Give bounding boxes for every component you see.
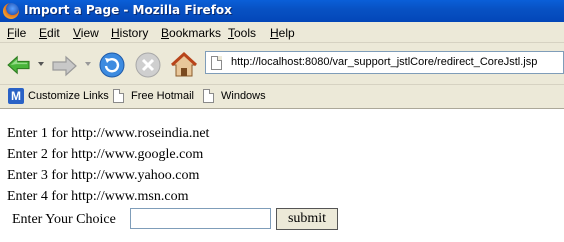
menu-bar: File Edit View History Bookmarks Tools H… bbox=[0, 22, 564, 43]
stop-button[interactable] bbox=[134, 51, 162, 79]
option-line-2: Enter 2 for http://www.google.com bbox=[7, 147, 204, 162]
stop-icon bbox=[135, 52, 161, 78]
bookmarks-toolbar: M Customize Links Free Hotmail Windows bbox=[0, 85, 564, 109]
choice-input[interactable] bbox=[130, 208, 271, 229]
title-bar: Import a Page - Mozilla Firefox bbox=[0, 0, 564, 22]
option-line-3: Enter 3 for http://www.yahoo.com bbox=[7, 168, 200, 183]
menu-view[interactable]: View bbox=[73, 26, 99, 40]
bookmark-label: Windows bbox=[221, 90, 266, 102]
url-text[interactable]: http://localhost:8080/var_support_jstlCo… bbox=[231, 56, 537, 68]
reload-button[interactable] bbox=[98, 51, 126, 79]
forward-button[interactable] bbox=[50, 51, 78, 79]
option-line-1: Enter 1 for http://www.roseindia.net bbox=[7, 126, 210, 141]
forward-icon bbox=[52, 55, 77, 77]
menu-bookmarks[interactable]: Bookmarks bbox=[161, 26, 221, 40]
firefox-icon bbox=[3, 3, 19, 19]
back-history-dropdown[interactable] bbox=[38, 62, 44, 66]
choice-label: Enter Your Choice bbox=[12, 212, 116, 227]
menu-history[interactable]: History bbox=[111, 26, 148, 40]
bookmark-free-hotmail[interactable]: Free Hotmail bbox=[113, 88, 194, 104]
home-icon bbox=[170, 51, 198, 77]
address-bar[interactable]: http://localhost:8080/var_support_jstlCo… bbox=[205, 51, 564, 74]
page-icon bbox=[203, 89, 214, 103]
bookmark-label: Free Hotmail bbox=[131, 90, 194, 102]
option-line-4: Enter 4 for http://www.msn.com bbox=[7, 189, 189, 204]
menu-tools[interactable]: Tools bbox=[228, 26, 256, 40]
back-button[interactable] bbox=[5, 51, 33, 79]
bookmark-label: Customize Links bbox=[28, 90, 109, 102]
menu-help[interactable]: Help bbox=[270, 26, 295, 40]
bookmark-windows[interactable]: Windows bbox=[203, 88, 266, 104]
back-icon bbox=[7, 55, 30, 75]
page-icon bbox=[211, 56, 222, 70]
submit-button[interactable]: submit bbox=[276, 208, 338, 230]
page-icon bbox=[113, 89, 124, 103]
page-content: Enter 1 for http://www.roseindia.net Ent… bbox=[0, 110, 564, 242]
menu-edit[interactable]: Edit bbox=[39, 26, 60, 40]
forward-history-dropdown[interactable] bbox=[85, 62, 91, 66]
window-title: Import a Page - Mozilla Firefox bbox=[24, 3, 232, 17]
menu-file[interactable]: File bbox=[7, 26, 26, 40]
home-button[interactable] bbox=[170, 51, 198, 79]
navigation-toolbar: http://localhost:8080/var_support_jstlCo… bbox=[0, 43, 564, 85]
bookmark-customize-links[interactable]: M Customize Links bbox=[8, 88, 109, 104]
reload-icon bbox=[99, 52, 125, 78]
m-icon: M bbox=[8, 88, 24, 104]
